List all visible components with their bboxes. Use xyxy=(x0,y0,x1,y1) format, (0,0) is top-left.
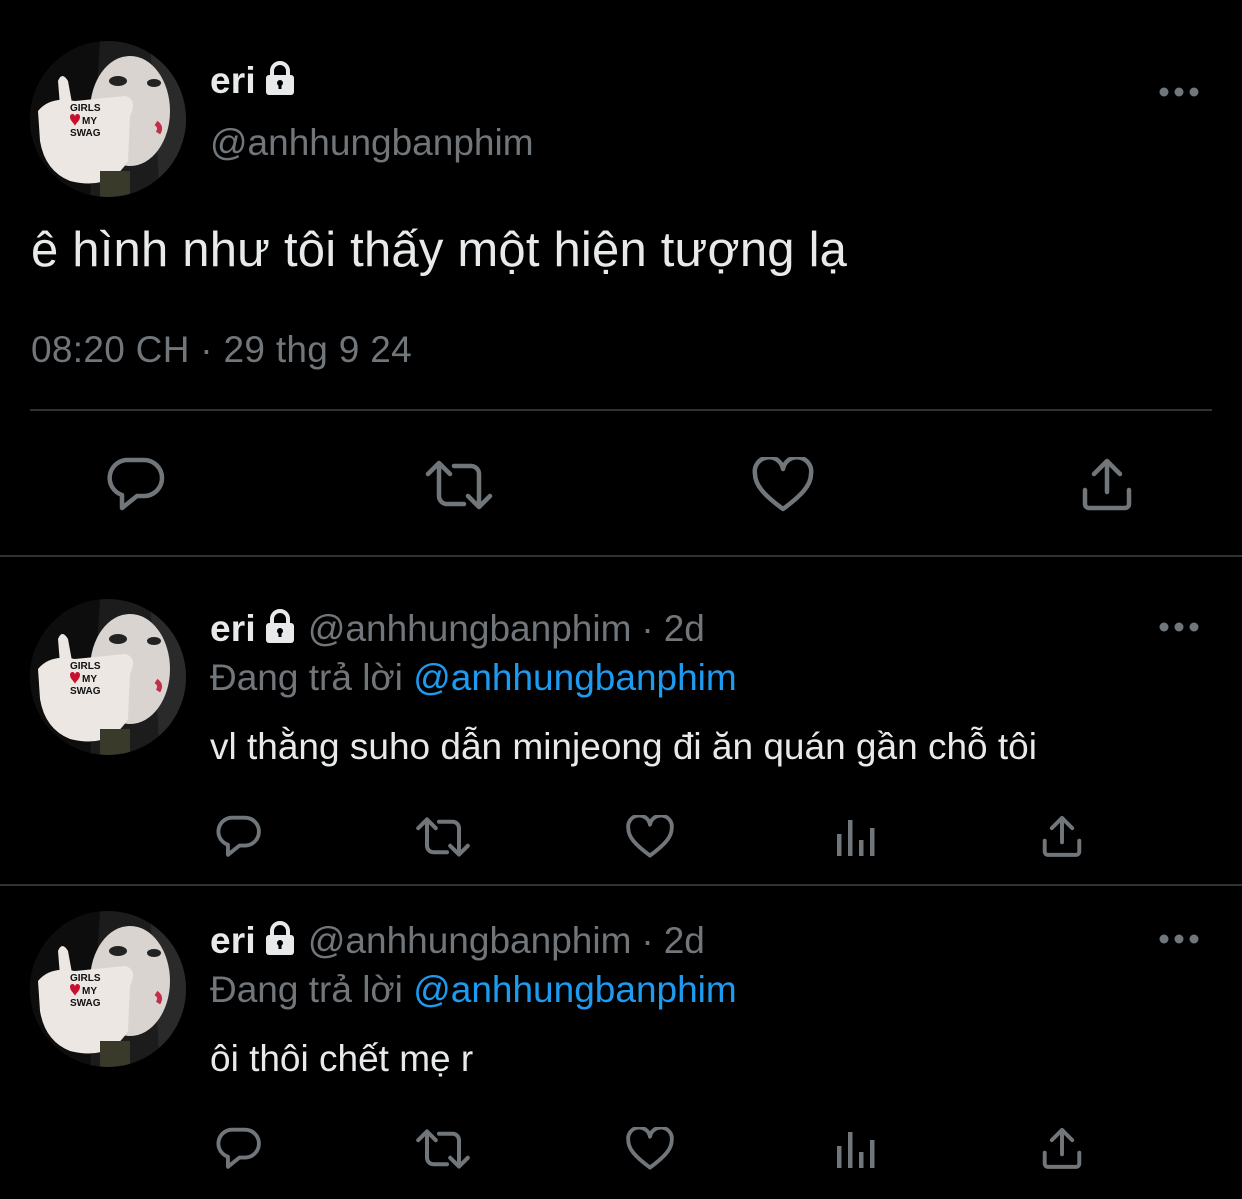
reply-header: eri @anhhungbanphim · 2d xyxy=(210,916,705,966)
avatar-image: GIRLS MY SWAG xyxy=(30,599,186,755)
avatar-logo-text: SWAG xyxy=(70,686,101,697)
reply-text: ôi thôi chết mẹ r xyxy=(210,1038,474,1079)
share-icon[interactable] xyxy=(1040,814,1084,858)
lock-icon xyxy=(264,60,296,102)
replying-to-mention[interactable]: @anhhungbanphim xyxy=(413,657,737,698)
tweet-thread-page: GIRLS MY SWAG eri @anhhungbanphim ê hình… xyxy=(0,0,1242,1199)
lock-icon xyxy=(264,920,296,962)
author-handle[interactable]: @anhhungbanphim xyxy=(210,122,534,164)
divider xyxy=(0,555,1242,557)
tweet-timestamp[interactable]: 08:20 CH · 29 thg 9 24 xyxy=(31,329,412,371)
more-options-icon[interactable] xyxy=(1158,617,1200,642)
more-options-icon[interactable] xyxy=(1158,929,1200,954)
avatar-logo-text: GIRLS xyxy=(70,661,101,672)
replying-to-mention[interactable]: @anhhungbanphim xyxy=(413,969,737,1010)
author-name-row: eri xyxy=(210,56,296,106)
retweet-icon[interactable] xyxy=(415,815,471,859)
separator-dot: · xyxy=(641,920,654,961)
avatar-logo-text: MY xyxy=(82,674,97,685)
display-name[interactable]: eri xyxy=(210,920,256,962)
display-name[interactable]: eri xyxy=(210,60,256,102)
reply-time[interactable]: 2d xyxy=(664,920,705,962)
author-handle[interactable]: @anhhungbanphim xyxy=(308,920,632,962)
like-icon[interactable] xyxy=(626,1127,674,1171)
like-icon[interactable] xyxy=(752,457,814,513)
analytics-icon[interactable] xyxy=(835,816,877,858)
avatar-image: GIRLS MY SWAG xyxy=(30,41,186,197)
display-name[interactable]: eri xyxy=(210,608,256,650)
reply-header: eri @anhhungbanphim · 2d xyxy=(210,604,705,654)
replying-prefix: Đang trả lời xyxy=(210,657,403,698)
more-options-icon[interactable] xyxy=(1158,82,1200,107)
separator-dot: · xyxy=(641,608,654,649)
reply-text: vl thằng suho dẫn minjeong đi ăn quán gầ… xyxy=(210,726,1037,767)
author-handle[interactable]: @anhhungbanphim xyxy=(308,608,632,650)
avatar-image: GIRLS MY SWAG xyxy=(30,911,186,1067)
reply-icon[interactable] xyxy=(214,1126,262,1172)
like-icon[interactable] xyxy=(626,815,674,859)
replying-to-line: Đang trả lời @anhhungbanphim xyxy=(210,969,737,1011)
avatar-logo-text: MY xyxy=(82,116,97,127)
avatar[interactable]: GIRLS MY SWAG xyxy=(30,599,186,755)
divider xyxy=(0,884,1242,886)
tweet-text: ê hình như tôi thấy một hiện tượng lạ xyxy=(31,223,848,277)
share-icon[interactable] xyxy=(1080,456,1134,512)
avatar[interactable]: GIRLS MY SWAG xyxy=(30,911,186,1067)
reply-icon[interactable] xyxy=(104,456,166,514)
share-icon[interactable] xyxy=(1040,1126,1084,1170)
replying-prefix: Đang trả lời xyxy=(210,969,403,1010)
reply-time[interactable]: 2d xyxy=(664,608,705,650)
analytics-icon[interactable] xyxy=(835,1128,877,1170)
retweet-icon[interactable] xyxy=(415,1127,471,1171)
avatar-logo-text: SWAG xyxy=(70,128,101,139)
avatar[interactable]: GIRLS MY SWAG xyxy=(30,41,186,197)
avatar-logo-text: GIRLS xyxy=(70,103,101,114)
retweet-icon[interactable] xyxy=(424,458,494,512)
avatar-logo-text: MY xyxy=(82,986,97,997)
reply-icon[interactable] xyxy=(214,814,262,860)
replying-to-line: Đang trả lời @anhhungbanphim xyxy=(210,657,737,699)
divider xyxy=(30,409,1212,411)
avatar-logo-text: SWAG xyxy=(70,998,101,1009)
lock-icon xyxy=(264,608,296,650)
avatar-logo-text: GIRLS xyxy=(70,973,101,984)
